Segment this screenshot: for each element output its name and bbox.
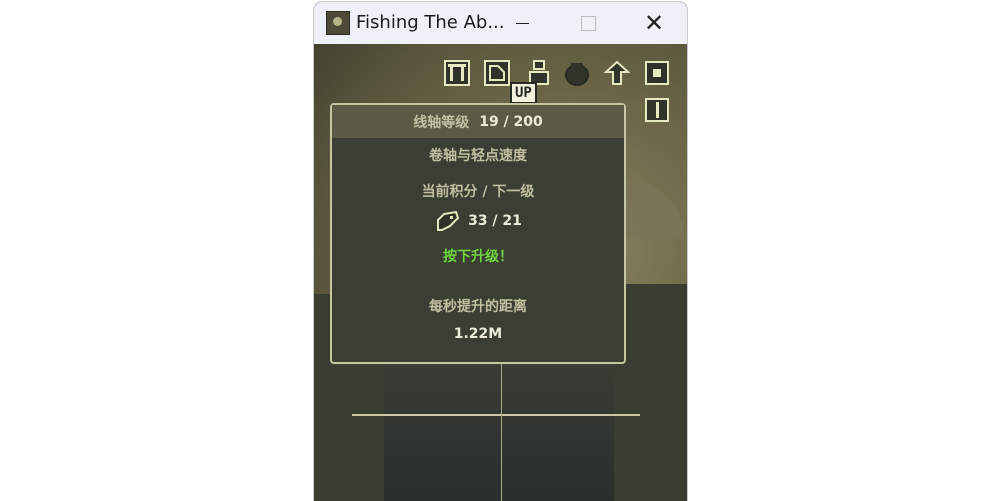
points-row: 33 / 21 (332, 208, 624, 234)
points-label: 当前积分 / 下一级 (421, 184, 535, 200)
settings-icon[interactable] (644, 60, 670, 86)
minimize-icon (515, 22, 529, 24)
distance-label: 每秒提升的距离 (429, 299, 527, 315)
app-icon (326, 11, 350, 35)
maximize-icon (580, 15, 596, 31)
panel-header: 线轴等级 19 / 200 (332, 105, 624, 138)
pot-icon[interactable] (564, 60, 590, 86)
fishing-line-vertical (501, 354, 502, 501)
close-icon: ✕ (643, 9, 665, 37)
close-button[interactable]: ✕ (624, 2, 684, 44)
minimize-button[interactable] (492, 2, 552, 44)
window-title: Fishing The Ab... (356, 12, 505, 33)
book-icon[interactable] (644, 97, 670, 123)
title-bar[interactable]: Fishing The Ab... ✕ (314, 2, 687, 44)
fishing-line-horizontal (352, 414, 640, 416)
arrow-icon[interactable] (603, 60, 631, 86)
reel-level-value: 19 / 200 (479, 113, 543, 130)
panel-subtitle: 卷轴与轻点速度 (429, 148, 527, 164)
pillar-icon[interactable] (444, 60, 470, 86)
fish-icon (437, 210, 460, 231)
distance-value: 1.22M (453, 326, 503, 342)
upgrade-badge: UP (510, 82, 537, 104)
points-value: 33 / 21 (468, 213, 522, 229)
upgrade-prompt[interactable]: 按下升级！ (332, 246, 624, 266)
map-icon[interactable] (484, 60, 510, 86)
reel-level-label: 线轴等级 (413, 114, 470, 131)
reel-upgrade-panel: 线轴等级 19 / 200 卷轴与轻点速度 当前积分 / 下一级 33 / 21… (330, 103, 626, 364)
maximize-button[interactable] (558, 2, 618, 44)
